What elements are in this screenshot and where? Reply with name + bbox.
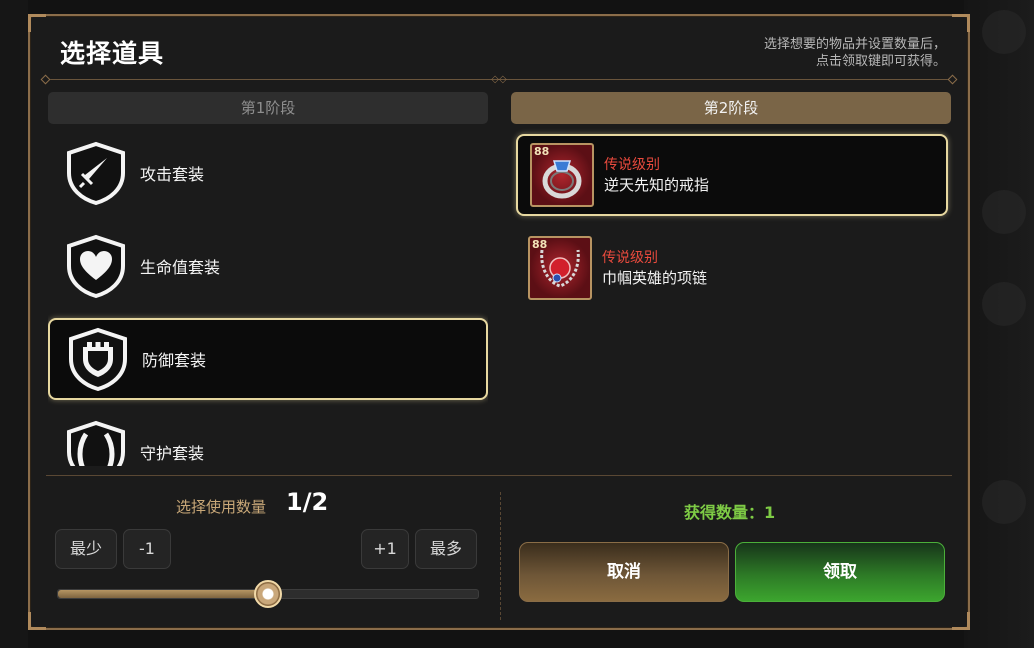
select-item-dialog: 选择道具 选择想要的物品并设置数量后， 点击领取键即可获得。 ◇◇ 第1阶段 第… xyxy=(28,14,970,630)
background-right xyxy=(964,0,1034,648)
max-button[interactable]: 最多 xyxy=(415,529,477,569)
reward-grade: 传说级别 xyxy=(604,156,660,173)
min-button[interactable]: 最少 xyxy=(55,529,117,569)
reward-grade: 传说级别 xyxy=(602,249,658,266)
castle-shield-icon xyxy=(69,327,127,391)
guard-shield-icon xyxy=(67,420,125,466)
slider-fill xyxy=(58,590,268,598)
dialog-hint: 选择想要的物品并设置数量后， 点击领取键即可获得。 xyxy=(763,37,946,69)
plus-one-button[interactable]: +1 xyxy=(361,529,409,569)
x2-badge-icon xyxy=(982,282,1026,326)
tab-stage-1[interactable]: 第1阶段 xyxy=(48,92,488,124)
set-list[interactable]: 攻击套装 生命值套装 防御套装 守护套装 xyxy=(48,132,488,466)
slider-handle[interactable] xyxy=(254,580,282,608)
quantity-value: 1/2 xyxy=(286,488,329,516)
gain-count: 获得数量：1 xyxy=(684,503,776,522)
ring-icon: 88 xyxy=(530,143,594,207)
reward-name: 巾帼英雄的项链 xyxy=(602,268,708,287)
background-left xyxy=(0,0,28,648)
set-label: 守护套装 xyxy=(140,444,205,463)
minus-one-button[interactable]: -1 xyxy=(123,529,171,569)
set-item-attack[interactable]: 攻击套装 xyxy=(48,132,488,214)
milestone-badge-icon xyxy=(982,190,1026,234)
necklace-icon: 88 xyxy=(528,236,592,300)
footer-vertical-divider xyxy=(500,492,501,620)
set-label: 生命值套装 xyxy=(140,258,221,277)
set-item-hp[interactable]: 生命值套装 xyxy=(48,225,488,307)
set-item-guard[interactable]: 守护套装 xyxy=(48,411,488,466)
header-divider: ◇◇ xyxy=(40,74,958,85)
set-item-defense[interactable]: 防御套装 xyxy=(48,318,488,400)
set-label: 防御套装 xyxy=(142,351,207,370)
quantity-slider[interactable] xyxy=(57,580,479,608)
quantity-label: 选择使用数量 xyxy=(176,498,267,516)
reward-item-necklace[interactable]: 88 传说级别 巾帼英雄的项链 xyxy=(516,227,948,309)
reward-name: 逆天先知的戒指 xyxy=(604,175,710,194)
claim-button[interactable]: 领取 xyxy=(735,542,945,602)
footer-divider xyxy=(46,475,952,476)
heart-shield-icon xyxy=(67,234,125,298)
free-badge-icon xyxy=(982,10,1026,54)
tab-stage-2[interactable]: 第2阶段 xyxy=(511,92,951,124)
reward-item-ring[interactable]: 88 传说级别 逆天先知的戒指 xyxy=(516,134,948,216)
reward-list[interactable]: 88 传说级别 逆天先知的戒指 88 传说级别 巾帼英雄的项链 xyxy=(516,134,948,320)
cancel-button[interactable]: 取消 xyxy=(519,542,729,602)
side-badge-icon xyxy=(982,480,1026,524)
dialog-title: 选择道具 xyxy=(60,39,165,68)
sword-shield-icon xyxy=(67,141,125,205)
set-label: 攻击套装 xyxy=(140,165,205,184)
